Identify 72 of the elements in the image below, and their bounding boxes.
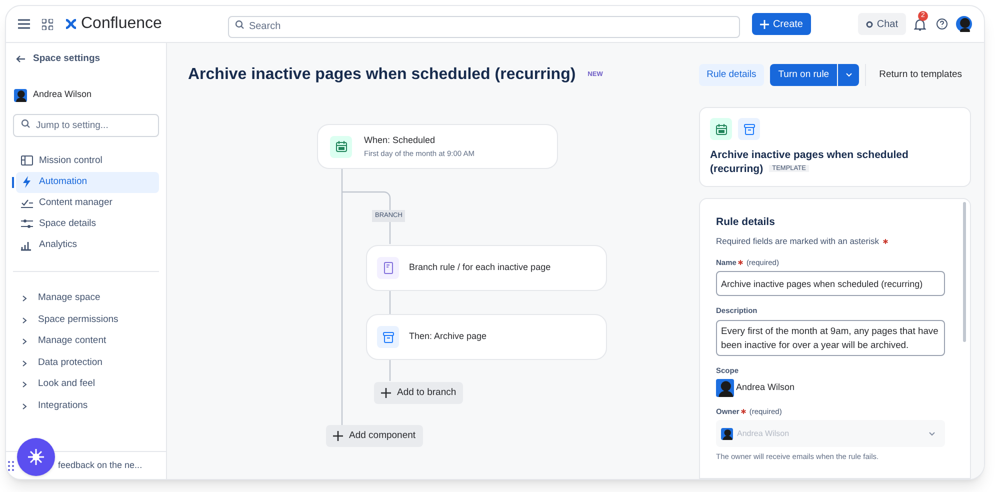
nav-item[interactable]: Analytics <box>16 234 159 256</box>
description-field[interactable]: Every first of the month at 9am, any pages that have been inactive for over a year will be archived. <box>716 320 945 356</box>
product-name: Confluence <box>81 14 162 34</box>
plus-icon <box>333 431 343 441</box>
turn-on-rule-button[interactable]: Turn on rule <box>770 64 838 86</box>
action-card[interactable]: Then: Archive page <box>366 314 607 360</box>
section-item[interactable]: Data protection <box>21 352 102 374</box>
search-field[interactable]: Search <box>228 16 740 38</box>
section-item[interactable]: Integrations <box>21 395 88 417</box>
bar-chart-icon <box>21 239 33 252</box>
chat-button[interactable]: Chat <box>858 13 906 35</box>
selection-indicator <box>12 176 14 188</box>
page-title: Archive inactive pages when scheduled (recurring) <box>188 65 576 85</box>
add-to-branch-button[interactable]: Add to branch <box>374 382 464 404</box>
chat-icon <box>866 20 873 28</box>
connector-line <box>389 291 391 314</box>
dropdown-button[interactable] <box>838 64 860 86</box>
nav-item[interactable]: Content manager <box>16 192 159 214</box>
lightning-icon <box>21 176 33 188</box>
space-name: Andrea Wilson <box>33 88 92 102</box>
avatar-icon <box>721 428 733 440</box>
menu-icon[interactable] <box>18 19 30 29</box>
help-icon[interactable] <box>936 18 948 30</box>
sliders-icon <box>21 218 33 230</box>
drag-handle-icon[interactable] <box>8 460 14 470</box>
connector-line <box>389 360 391 381</box>
step-label: Then: Archive page <box>409 330 487 344</box>
required-note: Required fields are marked with an asterisk <box>716 234 879 248</box>
section-item[interactable]: Space permissions <box>21 309 118 331</box>
search-icon <box>21 118 30 128</box>
calendar-icon <box>336 141 346 152</box>
archive-box-icon <box>382 332 394 342</box>
avatar-icon <box>716 378 734 397</box>
section-item[interactable]: Manage content <box>21 330 106 352</box>
section-item[interactable]: Manage space <box>21 288 100 310</box>
avatar-icon <box>14 88 27 102</box>
return-to-templates-button[interactable]: Return to templates <box>871 64 970 86</box>
panel-icon <box>21 155 33 168</box>
back-link[interactable]: Space settings <box>16 52 100 66</box>
step-label: Branch rule / for each inactive page <box>409 261 551 274</box>
scope-value: Andrea Wilson <box>736 381 795 394</box>
checklist-icon <box>21 197 33 210</box>
calendar-icon <box>716 124 726 134</box>
panel-heading: Rule details <box>716 215 776 230</box>
archive-box-icon <box>744 124 754 134</box>
bell-icon[interactable] <box>914 19 926 31</box>
chevron-down-icon <box>846 73 852 77</box>
name-field[interactable]: Archive inactive pages when scheduled (recurring) <box>716 271 945 296</box>
profile-avatar-icon[interactable] <box>956 16 972 32</box>
settings-search-field[interactable]: Jump to setting... <box>13 114 159 137</box>
add-component-button[interactable]: Add component <box>326 425 423 447</box>
plus-icon <box>760 20 769 28</box>
back-arrow-icon <box>16 55 25 64</box>
nav-item[interactable]: Mission control <box>16 150 159 172</box>
app-switcher-icon[interactable] <box>42 18 53 30</box>
feedback-link[interactable]: feedback on the ne... <box>58 458 142 472</box>
search-icon <box>234 20 244 29</box>
plus-icon <box>381 388 391 398</box>
rule-details-button[interactable]: Rule details <box>698 64 764 86</box>
branch-card[interactable]: Branch rule / for each inactive page <box>366 245 607 291</box>
sparkle-icon <box>28 449 44 465</box>
nav-item[interactable]: Space details <box>16 214 159 235</box>
assistant-button[interactable] <box>17 438 55 476</box>
logo-icon <box>65 19 77 29</box>
asterisk-icon <box>883 238 888 244</box>
scrollbar[interactable] <box>963 202 966 342</box>
chevron-down-icon <box>929 432 935 436</box>
create-button[interactable]: Create <box>752 13 811 35</box>
section-item[interactable]: Look and feel <box>21 374 96 396</box>
trigger-title: When: Scheduled <box>364 134 436 147</box>
nav-item[interactable]: Automation <box>16 172 159 193</box>
document-icon <box>384 262 392 274</box>
